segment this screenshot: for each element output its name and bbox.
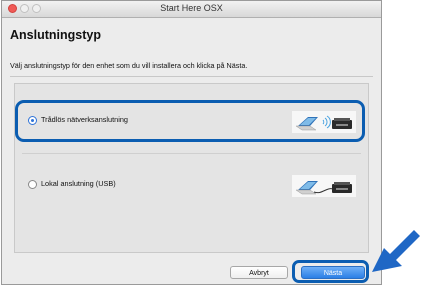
title-bar: Start Here OSX bbox=[2, 1, 381, 18]
usb-connection-option[interactable]: Lokal anslutning (USB) bbox=[28, 173, 368, 197]
printer-icon bbox=[332, 182, 352, 193]
wireless-radio-button[interactable] bbox=[28, 116, 37, 125]
laptop-usb-printer-icon bbox=[292, 175, 356, 197]
next-button[interactable]: Nästa bbox=[301, 266, 365, 279]
header-divider bbox=[10, 76, 373, 77]
wireless-connection-option[interactable]: Trådlös nätverksanslutning bbox=[28, 109, 368, 133]
pointer-arrow-icon bbox=[372, 230, 420, 272]
cancel-button[interactable]: Avbryt bbox=[230, 266, 288, 279]
page-title: Anslutningstyp bbox=[10, 28, 101, 42]
laptop-wifi-printer-icon bbox=[292, 111, 356, 133]
usb-option-label: Lokal anslutning (USB) bbox=[41, 179, 116, 188]
wireless-option-label: Trådlös nätverksanslutning bbox=[41, 115, 128, 124]
instruction-text: Välj anslutningstyp för den enhet som du… bbox=[10, 61, 248, 70]
option-divider bbox=[22, 153, 361, 154]
window-title: Start Here OSX bbox=[160, 3, 223, 13]
usb-radio-button[interactable] bbox=[28, 180, 37, 189]
installer-window: Start Here OSX Anslutningstyp Välj anslu… bbox=[1, 0, 382, 285]
printer-icon bbox=[332, 118, 352, 129]
